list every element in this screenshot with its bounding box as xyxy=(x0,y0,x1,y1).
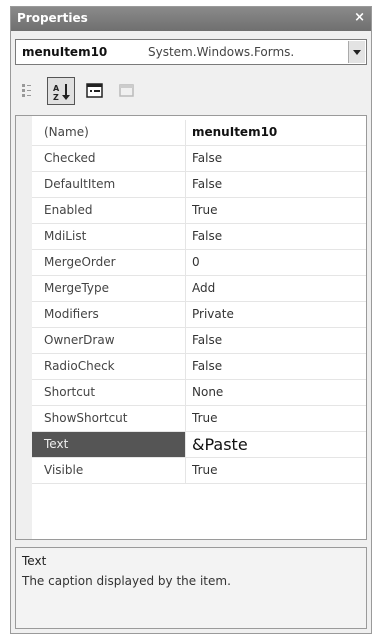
grid-gutter xyxy=(16,116,32,539)
property-value[interactable]: True xyxy=(192,458,362,483)
property-row[interactable]: Visible True xyxy=(32,458,366,484)
property-value[interactable]: False xyxy=(192,354,362,379)
description-title: Text xyxy=(22,554,47,568)
alphabetical-button[interactable]: A Z xyxy=(47,77,75,105)
property-name: RadioCheck xyxy=(32,354,186,379)
property-pages-icon xyxy=(86,83,103,98)
property-value-editor[interactable]: &Paste xyxy=(192,432,362,457)
description-text: The caption displayed by the item. xyxy=(22,574,231,588)
alphabetical-icon: A Z xyxy=(53,84,70,102)
property-name: Visible xyxy=(32,458,186,483)
svg-text:Z: Z xyxy=(53,93,59,102)
property-name: MergeOrder xyxy=(32,250,186,275)
property-name: MdiList xyxy=(32,224,186,249)
properties-window: Properties × menuItem10 System.Windows.F… xyxy=(10,6,372,634)
events-button[interactable] xyxy=(113,77,141,105)
property-value[interactable]: False xyxy=(192,172,362,197)
title-bar[interactable]: Properties × xyxy=(11,7,371,31)
property-row[interactable]: MergeOrder 0 xyxy=(32,250,366,276)
property-value[interactable]: False xyxy=(192,328,362,353)
property-grid: (Name) menuItem10 Checked False DefaultI… xyxy=(15,115,367,540)
chevron-down-icon[interactable] xyxy=(348,41,365,63)
property-name: DefaultItem xyxy=(32,172,186,197)
property-row[interactable]: RadioCheck False xyxy=(32,354,366,380)
property-name: Enabled xyxy=(32,198,186,223)
property-row[interactable]: MdiList False xyxy=(32,224,366,250)
property-row[interactable]: Enabled True xyxy=(32,198,366,224)
selected-object-type: System.Windows.Forms. xyxy=(148,45,295,59)
property-row[interactable]: ShowShortcut True xyxy=(32,406,366,432)
property-row[interactable]: Modifiers Private xyxy=(32,302,366,328)
property-row[interactable]: MergeType Add xyxy=(32,276,366,302)
property-row[interactable]: (Name) menuItem10 xyxy=(32,120,366,146)
property-value[interactable]: False xyxy=(192,224,362,249)
property-value[interactable]: menuItem10 xyxy=(192,120,362,145)
events-icon xyxy=(119,84,134,97)
property-row-selected[interactable]: Text &Paste xyxy=(32,432,366,458)
object-selector-dropdown[interactable]: menuItem10 System.Windows.Forms. xyxy=(15,39,367,65)
property-value[interactable]: False xyxy=(192,146,362,171)
selected-object-name: menuItem10 xyxy=(22,45,108,59)
property-value[interactable]: Private xyxy=(192,302,362,327)
categorized-icon xyxy=(22,84,31,97)
description-panel: Text The caption displayed by the item. xyxy=(15,547,367,629)
property-name: MergeType xyxy=(32,276,186,301)
close-icon[interactable]: × xyxy=(354,10,365,25)
property-value[interactable]: True xyxy=(192,198,362,223)
property-row[interactable]: Shortcut None xyxy=(32,380,366,406)
property-pages-button[interactable] xyxy=(81,77,109,105)
categorized-button[interactable] xyxy=(17,77,45,105)
svg-text:A: A xyxy=(53,84,60,93)
property-name: Checked xyxy=(32,146,186,171)
property-row[interactable]: Checked False xyxy=(32,146,366,172)
property-name: OwnerDraw xyxy=(32,328,186,353)
property-name: (Name) xyxy=(32,120,186,145)
property-row[interactable]: DefaultItem False xyxy=(32,172,366,198)
property-name: Text xyxy=(32,432,186,457)
property-value[interactable]: None xyxy=(192,380,362,405)
property-name: Shortcut xyxy=(32,380,186,405)
property-name: Modifiers xyxy=(32,302,186,327)
property-name: ShowShortcut xyxy=(32,406,186,431)
property-row[interactable]: OwnerDraw False xyxy=(32,328,366,354)
property-value[interactable]: True xyxy=(192,406,362,431)
property-value[interactable]: 0 xyxy=(192,250,362,275)
window-title: Properties xyxy=(17,11,88,25)
property-value[interactable]: Add xyxy=(192,276,362,301)
properties-toolbar: A Z xyxy=(15,77,367,105)
